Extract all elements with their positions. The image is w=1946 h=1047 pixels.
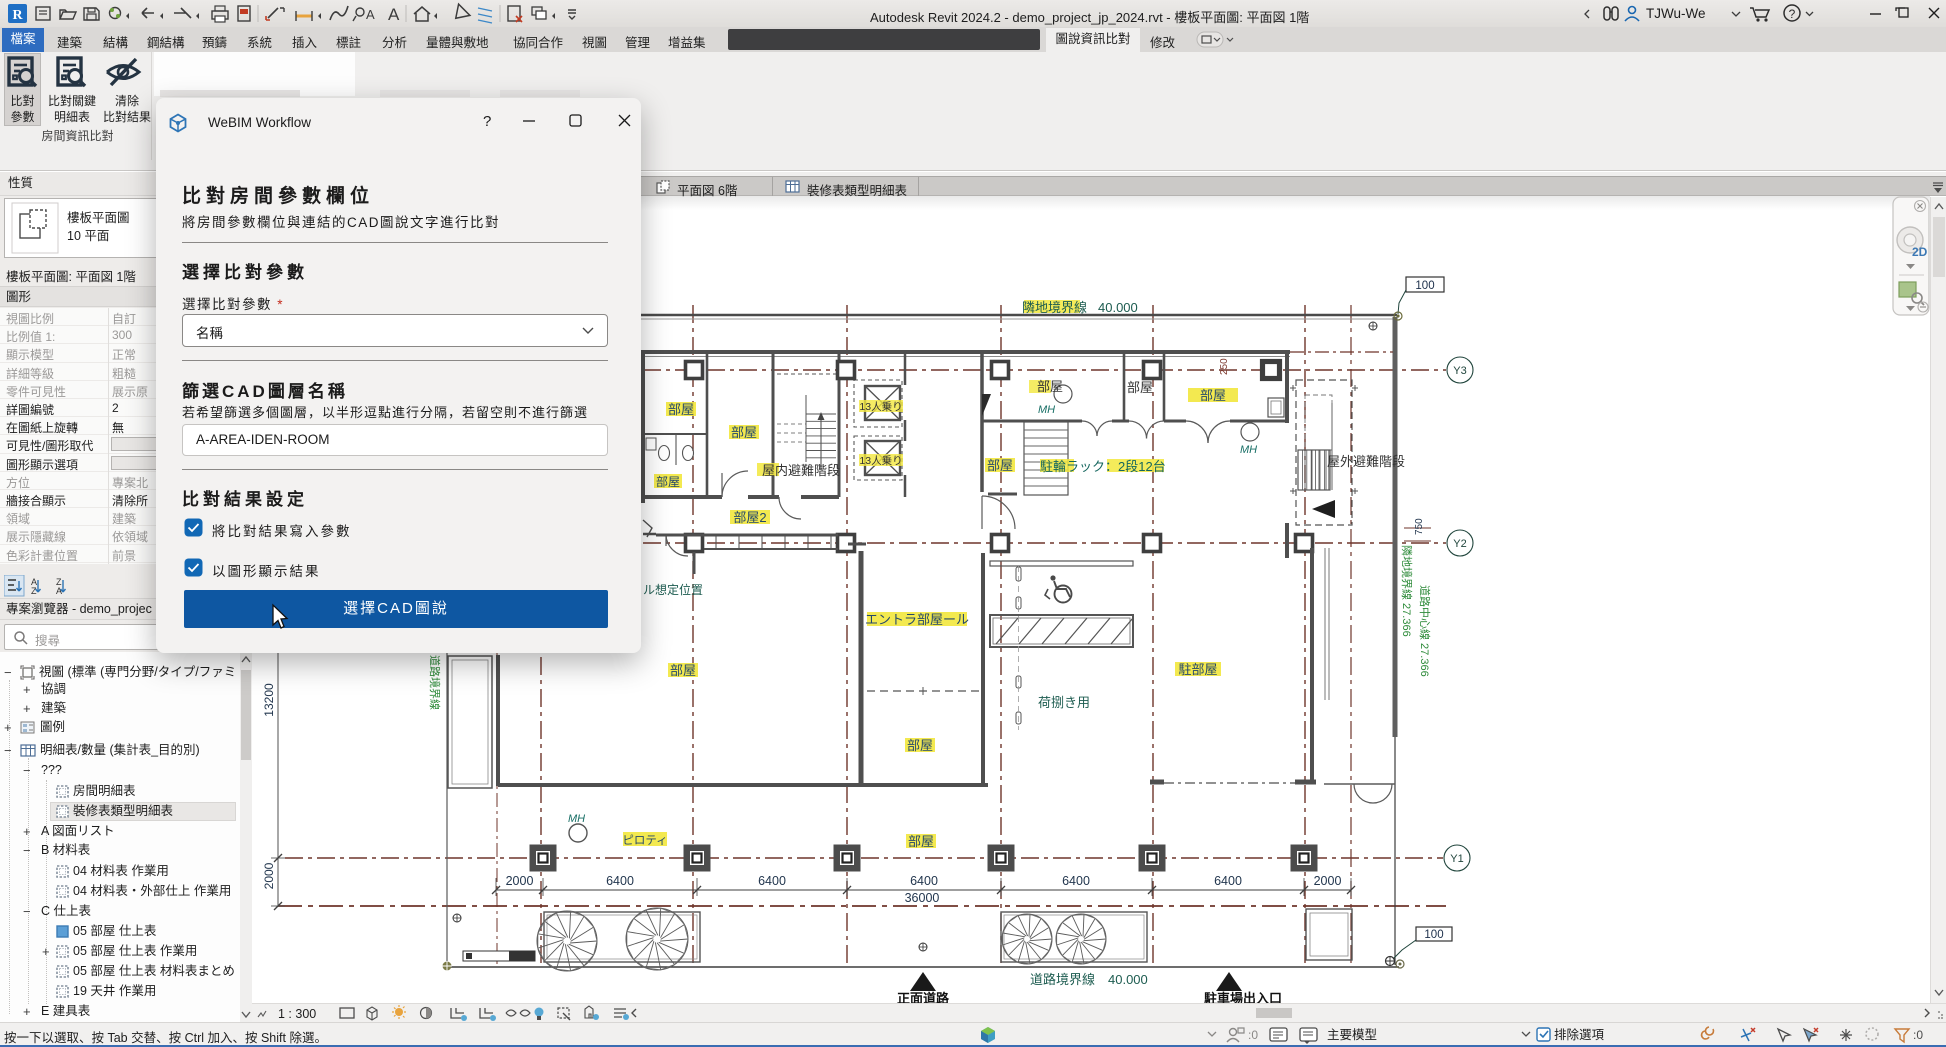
svg-text:R: R [12,8,23,23]
svg-text:6400: 6400 [1062,874,1090,888]
svg-text:ピロティ: ピロティ [622,834,667,847]
svg-text:6400: 6400 [758,874,786,888]
svg-text:部屋: 部屋 [1200,388,1226,403]
svg-text:MH: MH [1038,404,1055,416]
svg-text:屋外避難階段: 屋外避難階段 [1327,454,1405,469]
svg-text:250: 250 [1219,358,1230,375]
svg-text:正面道路: 正面道路 [897,991,950,1003]
svg-text:1 : 300: 1 : 300 [278,1007,316,1021]
svg-text:A: A [366,7,375,22]
svg-text:部屋: 部屋 [1127,380,1153,395]
svg-text:部屋: 部屋 [670,663,696,678]
svg-text:駐輪ラック：2段12台: 駐輪ラック：2段12台 [1040,459,1166,474]
svg-text:部屋: 部屋 [731,425,757,440]
svg-text:ル想定位置: ル想定位置 [643,582,703,597]
svg-text:部屋: 部屋 [907,738,933,753]
svg-text:13人乗り: 13人乗り [859,401,902,413]
svg-text:36000: 36000 [905,891,940,905]
svg-text:2000: 2000 [506,874,534,888]
svg-text:2000: 2000 [262,862,276,889]
svg-text:部屋: 部屋 [987,458,1013,473]
svg-text:40.000: 40.000 [1098,300,1138,315]
svg-text:部屋2: 部屋2 [733,510,766,525]
svg-text:部屋: 部屋 [1037,379,1063,394]
svg-text:荷捌き用: 荷捌き用 [1038,695,1090,710]
svg-text:13人乗り: 13人乗り [859,455,902,467]
svg-text:駐部屋: 駐部屋 [1178,662,1217,677]
svg-text:隣地境界線: 隣地境界線 [1022,300,1087,315]
svg-text:2D: 2D [1912,245,1928,259]
svg-text:6400: 6400 [1214,874,1242,888]
svg-text:?: ? [483,113,491,130]
svg-text::0: :0 [1248,1028,1258,1042]
svg-text:道路境界線: 道路境界線 [428,655,442,710]
svg-text:TJWu-We: TJWu-We [1646,6,1706,21]
svg-text:隣地境界線 27.366: 隣地境界線 27.366 [1400,545,1414,637]
svg-text:Z: Z [31,586,37,596]
svg-text:排除選項: 排除選項 [1554,1027,1605,1042]
svg-text:?: ? [1789,7,1796,21]
svg-text:部屋: 部屋 [908,834,934,849]
svg-text:750: 750 [1414,518,1425,535]
svg-text:MH: MH [568,813,585,825]
svg-text:100: 100 [1415,280,1434,292]
svg-text:駐車場出入口: 駐車場出入口 [1204,991,1282,1003]
svg-text:MH: MH [1240,444,1257,456]
svg-text:Y2: Y2 [1453,538,1466,550]
svg-text:6400: 6400 [910,874,938,888]
svg-text:主要模型: 主要模型 [1327,1028,1377,1042]
svg-text:A: A [388,5,400,24]
svg-text:エントラ部屋ール: エントラ部屋ール [865,612,969,627]
svg-text:道路境界線: 道路境界線 [1030,972,1095,987]
svg-text:道路中心線 27.366: 道路中心線 27.366 [1418,585,1432,677]
svg-text::0: :0 [1913,1028,1923,1042]
svg-text:Y1: Y1 [1450,853,1463,865]
svg-text:部屋: 部屋 [668,402,694,417]
svg-text:A: A [56,586,62,596]
svg-text:40.000: 40.000 [1108,972,1148,987]
svg-text:Y3: Y3 [1453,365,1466,377]
svg-text:100: 100 [1424,929,1443,941]
svg-text:13200: 13200 [262,683,276,717]
svg-text:6400: 6400 [606,874,634,888]
svg-text:2000: 2000 [1314,874,1342,888]
svg-text:部屋: 部屋 [656,474,680,489]
svg-text:屋内避難階段: 屋内避難階段 [762,463,840,478]
